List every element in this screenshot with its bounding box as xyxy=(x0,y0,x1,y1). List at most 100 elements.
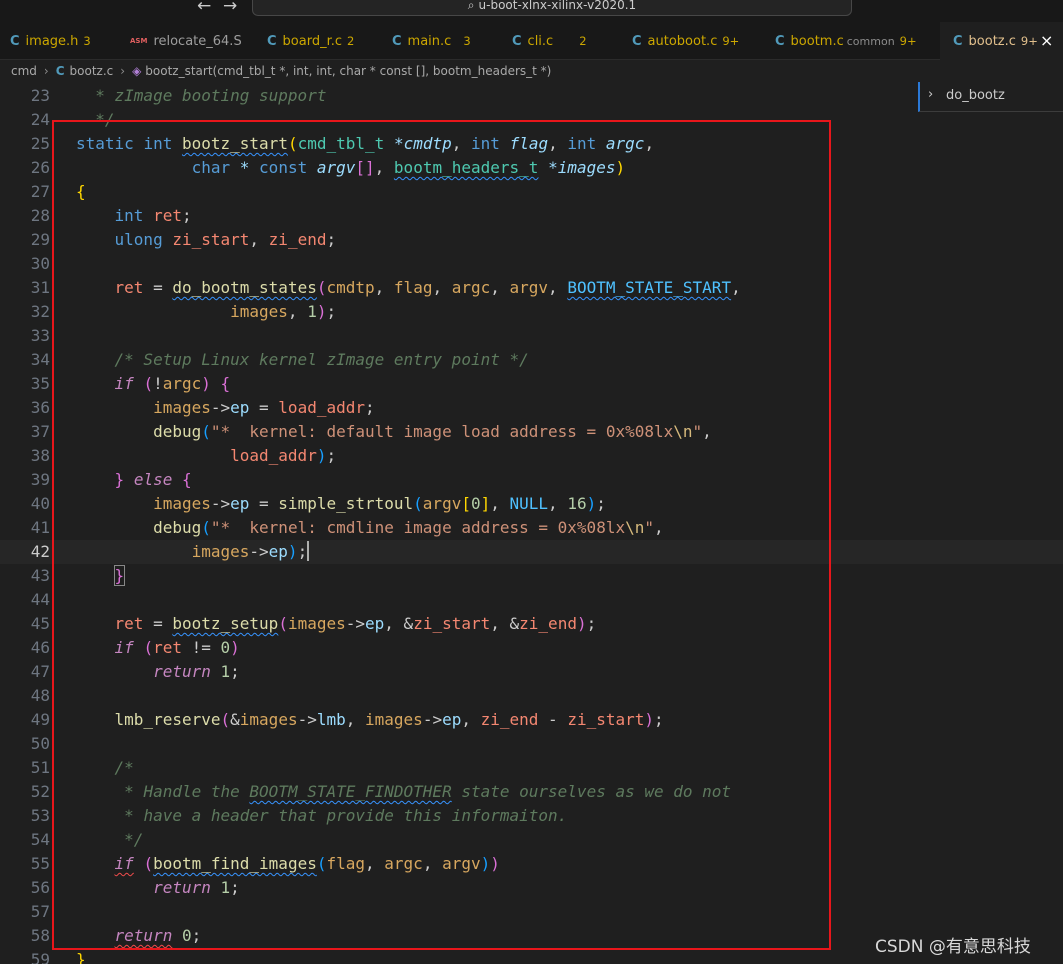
code-text: /* Setup Linux kernel zImage entry point… xyxy=(114,350,529,369)
code-line: 51 /* xyxy=(0,756,1063,780)
code-text: if (bootm_find_images(flag, argc, argv)) xyxy=(114,854,500,873)
code-line: 30 xyxy=(0,252,1063,276)
tab-cli-c[interactable]: Ccli.c 2 xyxy=(512,22,587,60)
outline-symbol-label[interactable]: do_bootz xyxy=(946,88,1005,103)
code-line: 36 images->ep = load_addr; xyxy=(0,396,1063,420)
c-file-icon: C xyxy=(10,34,20,49)
code-editor[interactable]: 23 * zImage booting support 24 */ 25 stat… xyxy=(0,84,1063,964)
code-text: debug("* kernel: default image load addr… xyxy=(153,422,712,441)
code-line: 54 */ xyxy=(0,828,1063,852)
line-number: 58 xyxy=(30,926,50,945)
code-line: 25 static int bootz_start(cmd_tbl_t *cmdt… xyxy=(0,132,1063,156)
line-number: 59 xyxy=(30,950,50,964)
tab-label: board_r.c xyxy=(282,34,343,49)
code-line: 35 if (!argc) { xyxy=(0,372,1063,396)
code-text: ret = bootz_setup(images->ep, &zi_start,… xyxy=(114,614,597,633)
line-number: 28 xyxy=(30,206,50,225)
code-text: } xyxy=(76,950,86,964)
tab-autoboot-c[interactable]: Cautoboot.c 9+ xyxy=(632,22,739,60)
code-text: images, 1); xyxy=(230,302,337,321)
chevron-right-icon: › xyxy=(120,64,126,78)
code-text: * have a header that provide this inform… xyxy=(124,806,568,825)
code-line: 43 } xyxy=(0,564,1063,588)
code-text: return 1; xyxy=(153,878,240,897)
code-text: return 1; xyxy=(153,662,240,681)
breadcrumb-file[interactable]: bootz.c xyxy=(70,64,114,78)
code-text: /* xyxy=(114,758,134,777)
close-tab-icon[interactable]: × xyxy=(1040,22,1053,60)
code-line: 34 /* Setup Linux kernel zImage entry po… xyxy=(0,348,1063,372)
code-line: 41 debug("* kernel: cmdline image addres… xyxy=(0,516,1063,540)
code-line: 26 char * const argv[], bootm_headers_t … xyxy=(0,156,1063,180)
problem-count-badge: 3 xyxy=(463,34,471,48)
line-number: 35 xyxy=(30,374,50,393)
line-number: 31 xyxy=(30,278,50,297)
chevron-right-icon: › xyxy=(43,64,49,78)
code-line-current: 42 images->ep); xyxy=(0,540,1063,564)
code-text: lmb_reserve(&images->lmb, images->ep, zi… xyxy=(114,710,664,729)
c-file-icon: C xyxy=(392,34,402,49)
code-line: 39 } else { xyxy=(0,468,1063,492)
watermark: CSDN @有意思科技 xyxy=(875,937,1031,957)
code-line: 50 xyxy=(0,732,1063,756)
line-number: 27 xyxy=(30,182,50,201)
c-file-icon: C xyxy=(267,34,277,49)
tab-board-r-c[interactable]: Cboard_r.c 2 xyxy=(267,22,354,60)
code-line: 57 xyxy=(0,900,1063,924)
line-number: 32 xyxy=(30,302,50,321)
code-line: 53 * have a header that provide this inf… xyxy=(0,804,1063,828)
code-line: 32 images, 1); xyxy=(0,300,1063,324)
tab-label: relocate_64.S xyxy=(153,34,242,49)
problem-count-badge: 9+ xyxy=(899,34,917,48)
c-file-icon: C xyxy=(775,34,785,49)
function-icon: ◈ xyxy=(132,64,142,78)
code-text: if (ret != 0) xyxy=(114,638,240,657)
code-text: load_addr); xyxy=(230,446,337,465)
breadcrumb-folder[interactable]: cmd xyxy=(11,64,37,78)
code-line: 29 ulong zi_start, zi_end; xyxy=(0,228,1063,252)
code-text: return 0; xyxy=(114,926,202,945)
code-text: ulong zi_start, zi_end; xyxy=(114,230,337,249)
problem-count-badge: 9+ xyxy=(722,34,740,48)
line-number: 52 xyxy=(30,782,50,801)
line-number: 53 xyxy=(30,806,50,825)
code-text: } xyxy=(113,565,126,586)
forward-arrow-icon[interactable]: → xyxy=(223,0,237,16)
code-line: 45 ret = bootz_setup(images->ep, &zi_sta… xyxy=(0,612,1063,636)
line-number: 25 xyxy=(30,134,50,153)
code-line: 28 int ret; xyxy=(0,204,1063,228)
code-line: 46 if (ret != 0) xyxy=(0,636,1063,660)
chevron-right-icon: › xyxy=(928,87,934,102)
code-text: images->ep); xyxy=(191,541,310,561)
back-arrow-icon[interactable]: ← xyxy=(197,0,211,16)
command-center-search[interactable]: ⌕ u-boot-xlnx-xilinx-v2020.1 xyxy=(252,0,852,16)
problem-count-badge: 2 xyxy=(579,34,587,48)
code-line: 24 */ xyxy=(0,108,1063,132)
code-text: * zImage booting support xyxy=(76,86,327,105)
line-number: 45 xyxy=(30,614,50,633)
code-line: 44 xyxy=(0,588,1063,612)
c-file-icon: C xyxy=(953,34,963,49)
line-number: 37 xyxy=(30,422,50,441)
line-number: 30 xyxy=(30,254,50,273)
code-line: 55 if (bootm_find_images(flag, argc, arg… xyxy=(0,852,1063,876)
tab-label: bootz.c xyxy=(968,34,1016,49)
line-number: 23 xyxy=(30,86,50,105)
tab-bootm-c[interactable]: Cbootm.c common 9+ xyxy=(775,22,917,60)
c-file-icon: C xyxy=(632,34,642,49)
tab-label: cli.c xyxy=(527,34,554,49)
tab-image-h[interactable]: Cimage.h 3 xyxy=(10,22,91,60)
tab-relocate-64-s[interactable]: ASM relocate_64.S xyxy=(130,22,242,60)
code-text: int ret; xyxy=(114,206,192,225)
line-number: 44 xyxy=(30,590,50,609)
code-text: */ xyxy=(124,830,144,849)
problem-count-badge: 9+ xyxy=(1020,34,1038,48)
code-text: ret = do_bootm_states(cmdtp, flag, argc,… xyxy=(114,278,741,297)
tab-main-c[interactable]: Cmain.c 3 xyxy=(392,22,471,60)
code-line: 23 * zImage booting support xyxy=(0,84,1063,108)
line-number: 47 xyxy=(30,662,50,681)
code-line: 52 * Handle the BOOTM_STATE_FINDOTHER st… xyxy=(0,780,1063,804)
sticky-outline-panel[interactable]: › do_bootz xyxy=(918,82,1063,112)
breadcrumb-symbol[interactable]: bootz_start(cmd_tbl_t *, int, int, char … xyxy=(145,64,551,78)
c-file-icon: C xyxy=(55,64,65,78)
